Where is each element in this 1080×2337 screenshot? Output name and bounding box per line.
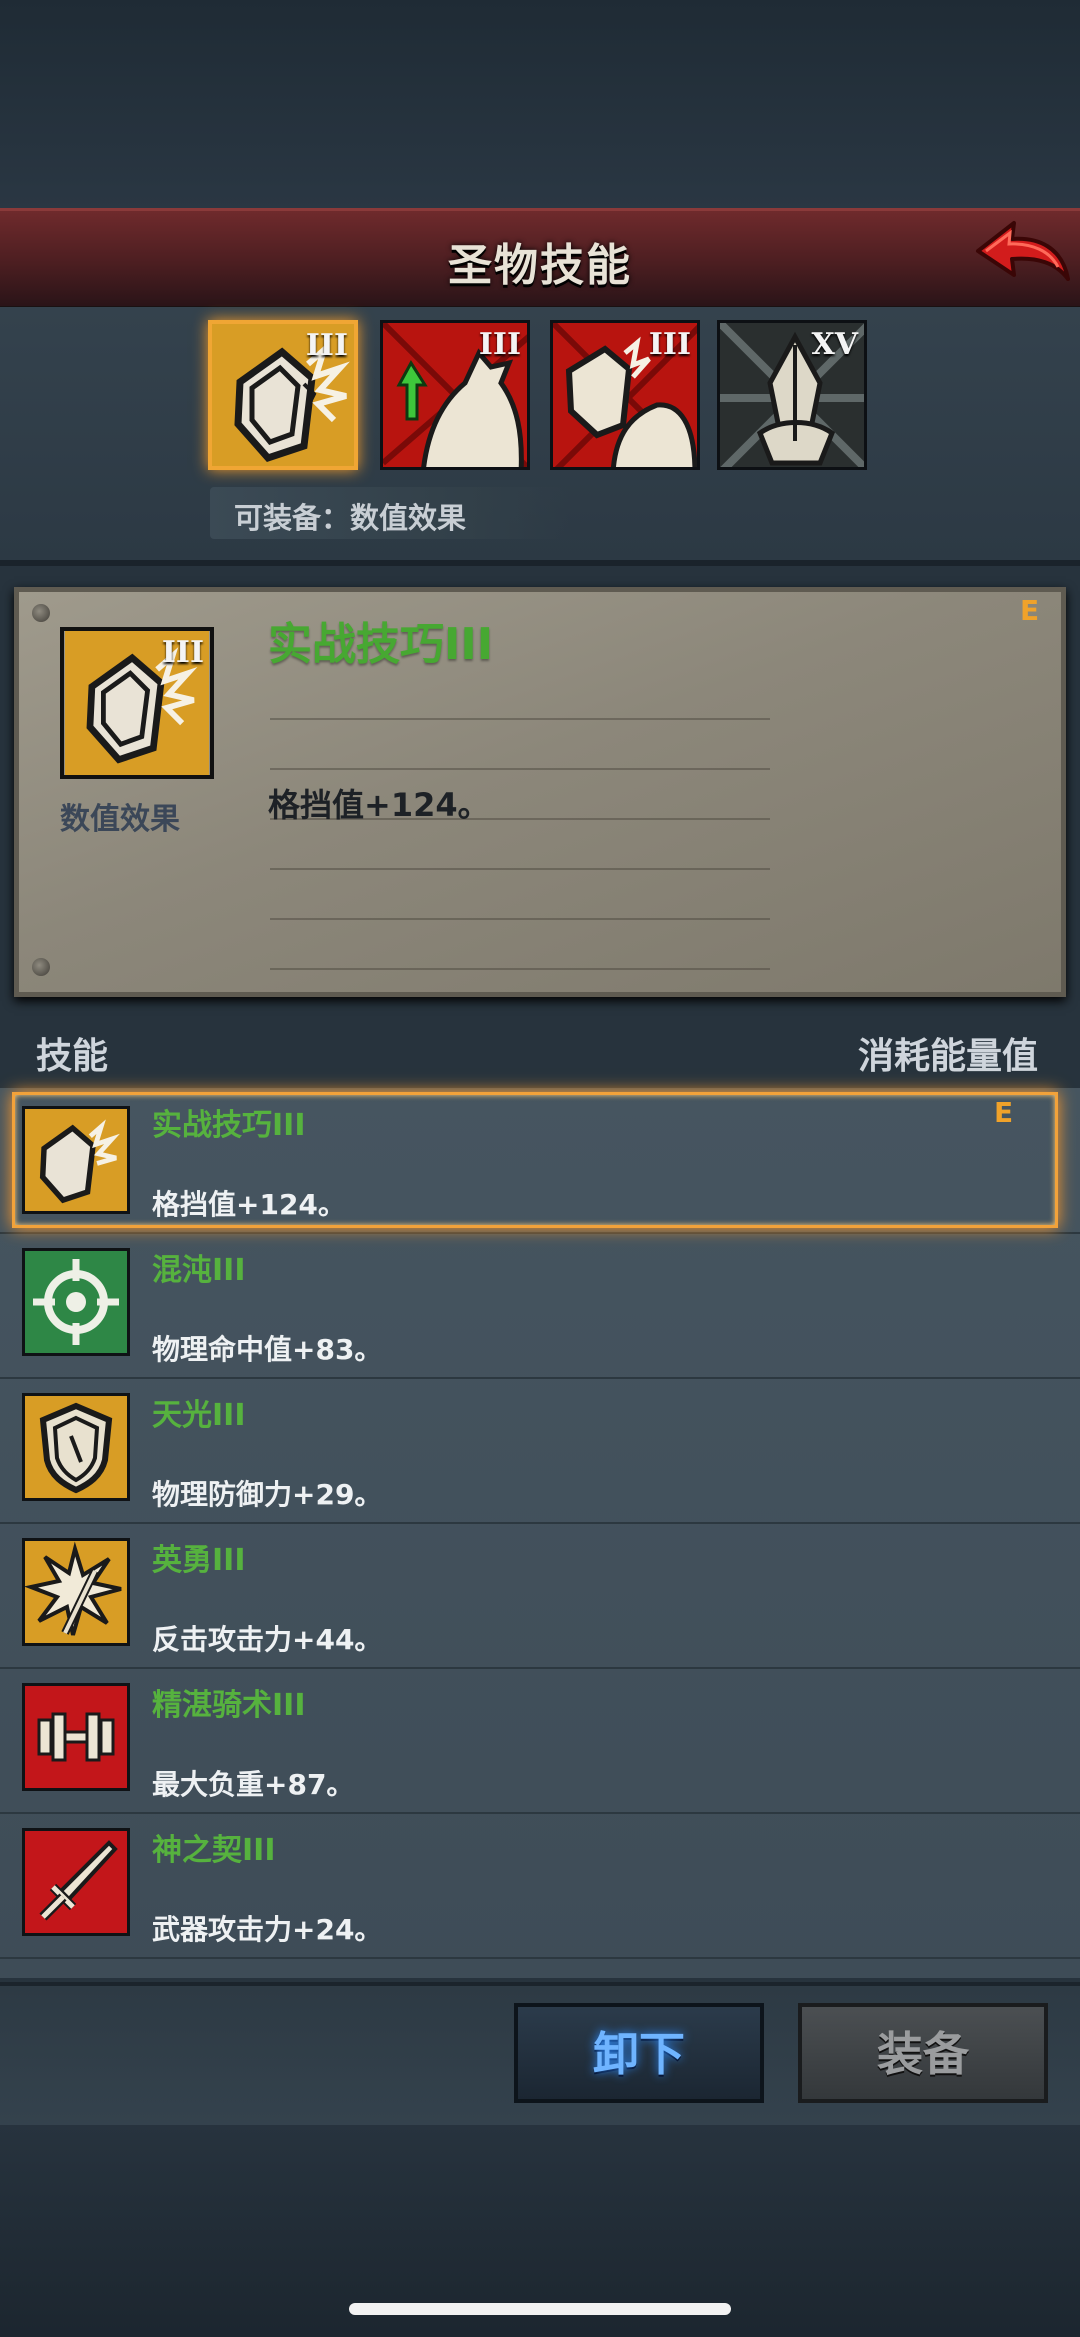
skill-icon-frame: [22, 1248, 130, 1356]
dumbbell-icon: [25, 1686, 127, 1788]
skill-name: 英勇III: [152, 1543, 246, 1578]
title-bar: 圣物技能: [0, 208, 1080, 310]
detail-skill-type: 数值效果: [60, 802, 180, 837]
burst-strike-icon: [25, 1541, 127, 1643]
equip-hint-label: 可装备：数值效果: [234, 501, 467, 535]
detail-skill-icon-frame: III: [60, 627, 214, 779]
equip-hint: 可装备：数值效果: [210, 487, 570, 539]
shield-shatter-icon: [25, 1109, 127, 1211]
page-title: 圣物技能: [448, 240, 632, 291]
skill-name: 天光III: [152, 1398, 246, 1433]
skill-description: 物理命中值+83。: [152, 1333, 383, 1366]
equip-button[interactable]: 装备: [798, 2003, 1048, 2103]
slot-level: XV: [811, 327, 858, 362]
skill-icon-frame: [22, 1828, 130, 1936]
skill-name: 混沌III: [152, 1253, 246, 1288]
rivet: [32, 604, 50, 622]
skill-icon-frame: [22, 1106, 130, 1214]
slot-level: III: [478, 327, 521, 362]
skill-description: 格挡值+124。: [152, 1188, 346, 1221]
skill-icon-frame: [22, 1538, 130, 1646]
skill-column-header: 技能: [36, 1036, 109, 1077]
skill-list-header: 技能 消耗能量值: [0, 1007, 1080, 1087]
skill-description: 最大负重+87。: [152, 1768, 355, 1801]
back-arrow-icon[interactable]: [968, 213, 1072, 299]
skill-description: 武器攻击力+24。: [152, 1913, 383, 1946]
detail-skill-description: 格挡值+124。: [268, 786, 490, 824]
rivet: [32, 958, 50, 976]
skill-grade: E: [994, 1096, 1014, 1129]
skill-name: 精湛骑术III: [152, 1688, 306, 1723]
top-background: [0, 0, 1080, 210]
detail-grade: E: [1020, 594, 1040, 627]
detail-skill-level: III: [161, 635, 204, 670]
skill-icon-frame: [22, 1683, 130, 1791]
detail-skill-name: 实战技巧III: [268, 619, 494, 670]
skill-name: 神之契III: [152, 1833, 276, 1868]
skill-description: 物理防御力+29。: [152, 1478, 383, 1511]
sword-icon: [25, 1831, 127, 1933]
skill-icon-frame: [22, 1393, 130, 1501]
slot-combat-skill[interactable]: III: [208, 320, 358, 470]
slot-level: III: [648, 327, 691, 362]
slot-horse-boost[interactable]: III: [380, 320, 530, 470]
slot-level: III: [305, 328, 348, 363]
shield-icon: [25, 1396, 127, 1498]
crosshair-icon: [25, 1251, 127, 1353]
slot-divine-sword[interactable]: XV: [717, 320, 867, 470]
home-indicator[interactable]: [349, 2303, 731, 2315]
skill-name: 实战技巧III: [152, 1108, 306, 1143]
slot-horse-shield[interactable]: III: [550, 320, 700, 470]
unequip-button[interactable]: 卸下: [514, 2003, 764, 2103]
skill-description: 反击攻击力+44。: [152, 1623, 383, 1656]
energy-cost-column-header: 消耗能量值: [857, 1036, 1038, 1077]
